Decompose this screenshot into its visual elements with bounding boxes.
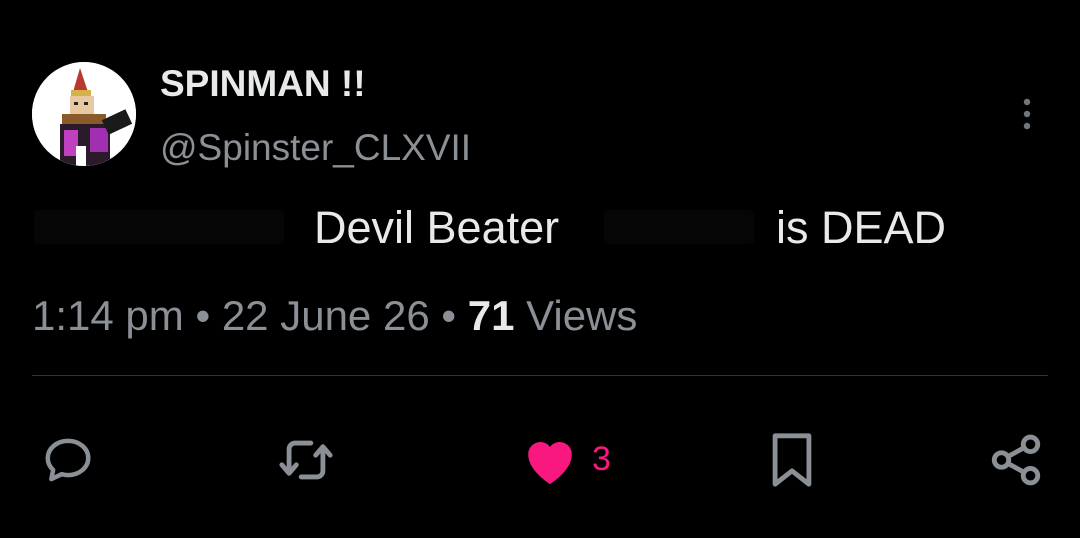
post-date[interactable]: 22 June 26: [222, 292, 430, 339]
speech-bubble-icon: [45, 438, 91, 482]
avatar[interactable]: [32, 62, 136, 166]
repost-icon: [279, 440, 333, 480]
author-handle[interactable]: @Spinster_CLXVII: [160, 127, 471, 169]
post-time[interactable]: 1:14 pm: [32, 292, 184, 339]
views-count: 71: [467, 292, 515, 339]
views-label: Views: [526, 292, 638, 339]
bookmark-icon: [772, 433, 812, 487]
share-button[interactable]: [986, 430, 1046, 490]
post-text: is DEAD: [776, 202, 947, 253]
avatar-image: [32, 62, 136, 166]
bookmark-button[interactable]: [762, 430, 822, 490]
meta-separator: •: [195, 292, 211, 339]
author-display-name[interactable]: SPINMAN !!: [160, 63, 366, 105]
divider: [32, 375, 1048, 376]
heart-icon: [528, 442, 572, 485]
tweet-detail: SPINMAN !! @Spinster_CLXVII Devil Beater…: [0, 0, 1080, 538]
post-meta: 1:14 pm • 22 June 26 • 71 Views: [32, 292, 637, 340]
more-options-icon[interactable]: [1013, 97, 1041, 133]
share-icon: [991, 434, 1041, 486]
reply-button[interactable]: [38, 430, 98, 490]
like-count[interactable]: 3: [592, 440, 611, 479]
meta-separator: •: [441, 292, 457, 339]
redacted-text: [34, 210, 284, 244]
redacted-text: [604, 210, 754, 244]
like-button[interactable]: [520, 430, 580, 490]
repost-button[interactable]: [276, 430, 336, 490]
post-text: Devil Beater: [314, 202, 560, 253]
